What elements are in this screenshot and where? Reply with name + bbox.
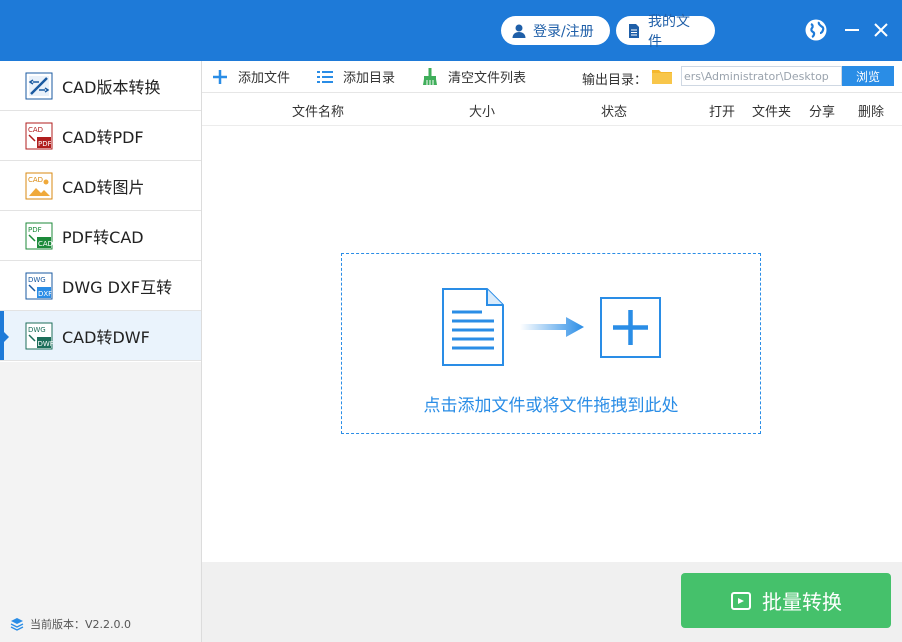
column-header-open: 打开	[709, 105, 736, 120]
browse-button[interactable]: 浏览	[842, 66, 894, 86]
sidebar-item-label: CAD转图片	[62, 177, 145, 197]
drop-zone-hint: 点击添加文件或将文件拖拽到此处	[423, 396, 679, 416]
cad-version-convert-icon	[25, 72, 53, 100]
sidebar-item-label: CAD转PDF	[62, 127, 144, 147]
title-bar: 登录/注册 我的文件	[0, 0, 902, 61]
login-register-label: 登录/注册	[533, 23, 594, 40]
file-icon	[442, 288, 504, 366]
file-table-header: 文件名称 大小 状态 打开 文件夹 分享 删除	[202, 93, 902, 126]
column-header-status: 状态	[601, 105, 628, 120]
pdf-to-cad-icon: PDF CAD	[25, 222, 53, 250]
sidebar-item-dwg-dxf-convert[interactable]: DWG DXF DWG DXF互转	[0, 261, 201, 311]
sidebar-item-pdf-to-cad[interactable]: PDF CAD PDF转CAD	[0, 211, 201, 261]
list-icon	[315, 67, 335, 87]
sidebar: CAD版本转换 CAD PDF CAD转PDF CAD CAD转图片 PDF CAD…	[0, 61, 202, 642]
toolbar: 添加文件 添加目录 清空文件列表 输出目录： 浏览	[202, 61, 902, 93]
sidebar-item-cad-to-dwf[interactable]: DWG DWF CAD转DWF	[0, 311, 201, 361]
folder-icon[interactable]	[652, 68, 672, 84]
batch-convert-button[interactable]: 批量转换	[681, 573, 891, 628]
svg-text:DWG: DWG	[28, 276, 46, 284]
sidebar-item-label: CAD转DWF	[62, 327, 150, 347]
svg-text:DXF: DXF	[38, 290, 52, 298]
version-info: 当前版本：V2.2.0.0	[10, 616, 131, 632]
output-dir-label: 输出目录：	[582, 73, 648, 88]
sidebar-background	[0, 362, 201, 642]
plus-icon	[210, 67, 230, 87]
minimize-button[interactable]	[840, 18, 864, 42]
add-icon	[600, 297, 661, 358]
sidebar-item-cad-to-pdf[interactable]: CAD PDF CAD转PDF	[0, 111, 201, 161]
footer-bar: 批量转换	[202, 562, 902, 642]
sidebar-item-label: CAD版本转换	[62, 77, 161, 97]
broom-icon	[420, 67, 440, 87]
sidebar-item-cad-to-image[interactable]: CAD CAD转图片	[0, 161, 201, 211]
dwg-dxf-convert-icon: DWG DXF	[25, 272, 53, 300]
clear-list-button[interactable]: 清空文件列表	[420, 61, 526, 92]
add-file-button[interactable]: 添加文件	[210, 61, 290, 92]
my-files-button[interactable]: 我的文件	[616, 14, 715, 50]
svg-text:PDF: PDF	[28, 226, 42, 234]
svg-text:CAD: CAD	[28, 126, 43, 134]
arrow-right-icon	[520, 317, 584, 337]
svg-text:PDF: PDF	[38, 140, 52, 148]
batch-convert-label: 批量转换	[762, 590, 842, 614]
globe-icon[interactable]	[804, 18, 828, 42]
svg-text:CAD: CAD	[28, 176, 43, 184]
svg-text:CAD: CAD	[38, 240, 53, 248]
add-folder-button[interactable]: 添加目录	[315, 61, 395, 92]
login-register-button[interactable]: 登录/注册	[501, 16, 610, 45]
add-folder-label: 添加目录	[343, 71, 396, 86]
svg-text:DWF: DWF	[38, 340, 54, 348]
column-header-folder: 文件夹	[752, 105, 792, 120]
sidebar-item-label: PDF转CAD	[62, 227, 144, 247]
clear-list-label: 清空文件列表	[448, 71, 527, 86]
add-file-label: 添加文件	[238, 71, 291, 86]
sidebar-item-label: DWG DXF互转	[62, 277, 173, 297]
column-header-file-name: 文件名称	[292, 105, 345, 120]
drop-zone[interactable]: 点击添加文件或将文件拖拽到此处	[341, 253, 761, 434]
sidebar-item-cad-version-convert[interactable]: CAD版本转换	[0, 61, 201, 111]
column-header-size: 大小	[469, 105, 496, 120]
user-icon	[511, 23, 527, 39]
version-label: 当前版本：V2.2.0.0	[30, 618, 132, 631]
cad-to-image-icon: CAD	[25, 172, 53, 200]
my-files-label: 我的文件	[648, 13, 690, 50]
cad-to-dwf-icon: DWG DWF	[25, 322, 54, 350]
convert-icon	[730, 590, 752, 612]
output-dir-input[interactable]	[681, 66, 842, 86]
close-button[interactable]	[869, 18, 893, 42]
layers-icon	[10, 617, 24, 631]
column-header-share: 分享	[809, 105, 836, 120]
svg-text:DWG: DWG	[28, 326, 46, 334]
column-header-delete: 删除	[858, 105, 885, 120]
cad-to-pdf-icon: CAD PDF	[25, 122, 53, 150]
document-icon	[626, 23, 642, 39]
file-list-area: 点击添加文件或将文件拖拽到此处	[202, 126, 902, 562]
